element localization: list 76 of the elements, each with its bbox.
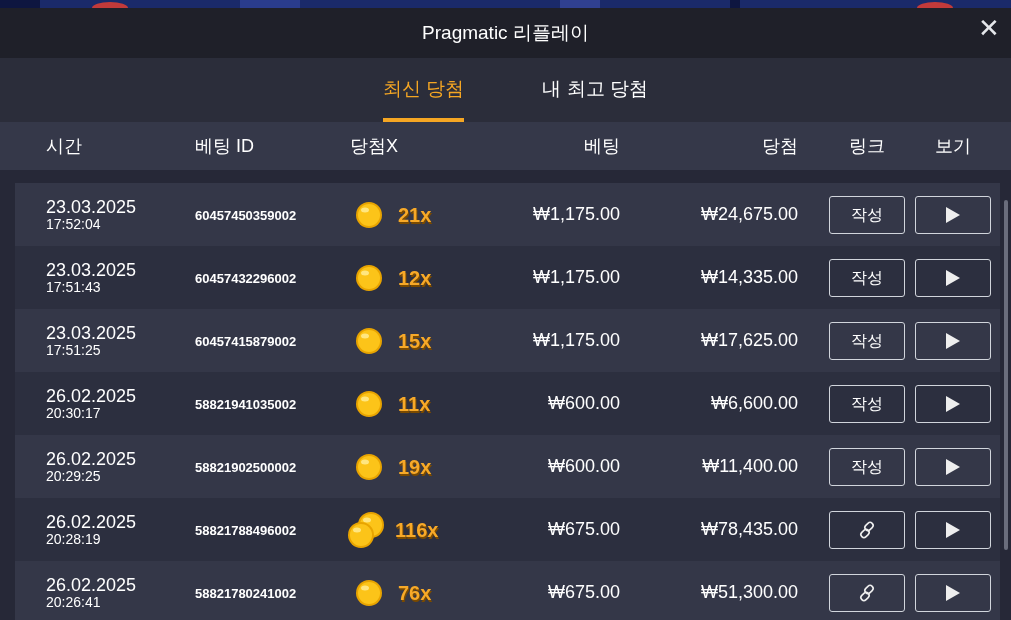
time-text: 20:28:19 — [46, 532, 102, 546]
bet-amount: ₩1,175.00 — [532, 267, 620, 287]
write-button[interactable]: 작성 — [829, 447, 905, 486]
multiplier-text: 19x — [398, 454, 432, 480]
time-text: 17:51:25 — [46, 343, 102, 357]
tab[interactable]: 내 최고 당첨 — [542, 58, 648, 122]
multiplier-text: 15x — [398, 328, 432, 354]
bet-id: 58821788496002 — [195, 522, 297, 538]
bet-amount: ₩600.00 — [547, 393, 620, 413]
play-icon — [945, 457, 961, 476]
date-text: 26.02.2025 — [46, 576, 138, 594]
write-button[interactable]: 작성 — [829, 321, 905, 360]
play-button[interactable] — [915, 195, 991, 234]
multiplier-text: 76x — [398, 580, 432, 606]
column-header: 시간 — [46, 134, 83, 158]
time-text: 17:51:43 — [46, 280, 102, 294]
column-header: 당첨X — [350, 134, 399, 158]
play-button[interactable] — [915, 447, 991, 486]
time-text: 20:26:41 — [46, 595, 102, 609]
bet-amount: ₩1,175.00 — [532, 204, 620, 224]
play-icon — [945, 394, 961, 413]
write-button[interactable]: 작성 — [829, 258, 905, 297]
scrollbar[interactable] — [1004, 200, 1008, 550]
play-button[interactable] — [915, 384, 991, 423]
link-button[interactable] — [829, 510, 905, 549]
date-text: 26.02.2025 — [46, 387, 138, 405]
play-icon — [945, 268, 961, 287]
time-text: 20:29:25 — [46, 469, 102, 483]
write-button[interactable]: 작성 — [829, 384, 905, 423]
play-icon — [945, 583, 961, 602]
bet-amount: ₩675.00 — [547, 582, 620, 602]
link-button[interactable] — [829, 573, 905, 612]
multiplier-text: 12x — [398, 265, 432, 291]
play-icon — [945, 205, 961, 224]
close-button[interactable]: ✕ — [973, 12, 1005, 44]
win-amount: ₩78,435.00 — [700, 519, 798, 539]
multiplier-text: 11x — [398, 391, 431, 417]
multiplier-text: 116x — [395, 517, 439, 543]
time-text: 20:30:17 — [46, 406, 102, 420]
bet-id: 60457432296002 — [195, 270, 297, 286]
bet-id: 58821941035002 — [195, 396, 297, 412]
win-amount: ₩51,300.00 — [700, 582, 798, 602]
win-amount: ₩17,625.00 — [700, 330, 798, 350]
bet-amount: ₩1,175.00 — [532, 330, 620, 350]
bet-id: 58821780241002 — [195, 585, 297, 601]
write-button[interactable]: 작성 — [829, 195, 905, 234]
play-button[interactable] — [915, 573, 991, 612]
date-text: 26.02.2025 — [46, 513, 138, 531]
bet-id: 60457415879002 — [195, 333, 297, 349]
bet-amount: ₩600.00 — [547, 456, 620, 476]
chain-link-icon — [857, 519, 877, 540]
play-button[interactable] — [915, 321, 991, 360]
bet-id: 58821902500002 — [195, 459, 297, 475]
play-icon — [945, 520, 961, 539]
win-amount: ₩14,335.00 — [700, 267, 798, 287]
date-text: 23.03.2025 — [46, 324, 138, 342]
column-header: 베팅 ID — [195, 134, 255, 158]
date-text: 26.02.2025 — [46, 450, 138, 468]
multiplier-text: 21x — [398, 202, 432, 228]
play-button[interactable] — [915, 510, 991, 549]
column-header: 당첨 — [761, 134, 798, 158]
play-button[interactable] — [915, 258, 991, 297]
column-header: 보기 — [934, 134, 972, 158]
win-amount: ₩11,400.00 — [702, 456, 798, 476]
time-text: 17:52:04 — [46, 217, 102, 231]
date-text: 23.03.2025 — [46, 198, 138, 216]
bet-id: 60457450359002 — [195, 207, 297, 223]
bet-amount: ₩675.00 — [547, 519, 620, 539]
column-header: 링크 — [848, 134, 886, 158]
date-text: 23.03.2025 — [46, 261, 138, 279]
win-amount: ₩24,675.00 — [700, 204, 798, 224]
win-amount: ₩6,600.00 — [710, 393, 798, 413]
column-header: 베팅 — [583, 134, 620, 158]
chain-link-icon — [857, 582, 877, 603]
window-title: Pragmatic 리플레이 — [422, 20, 589, 45]
play-icon — [945, 331, 961, 350]
